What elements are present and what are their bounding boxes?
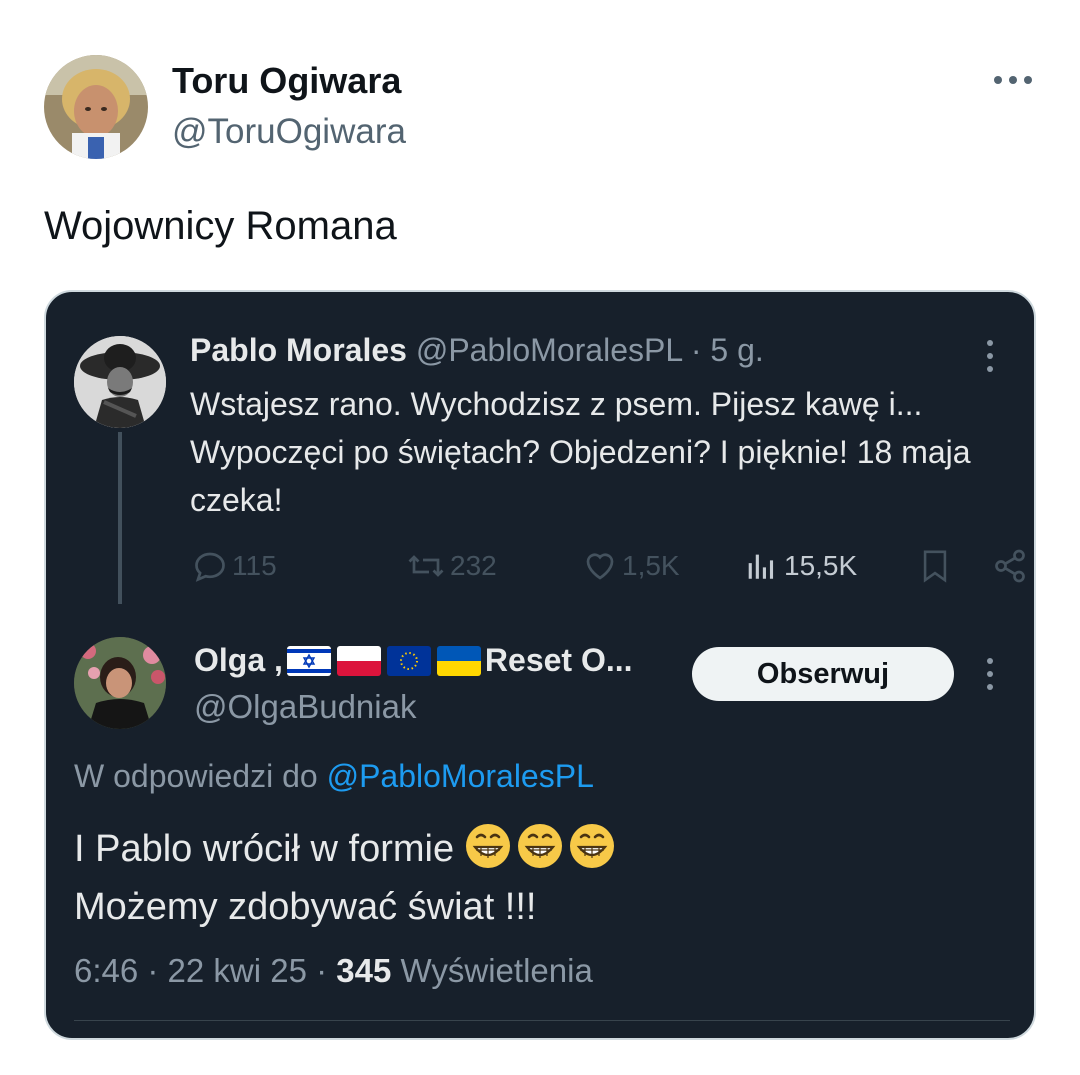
like-count: 1,5K: [622, 550, 680, 581]
original-author-meta: @PabloMoralesPL · 5 g.: [415, 332, 764, 368]
repost-count: 232: [450, 550, 497, 581]
tweet-text: Wojownicy Romana: [44, 204, 397, 248]
ukraine-flag: [436, 645, 481, 676]
more-options-button[interactable]: [990, 62, 1036, 98]
repost-icon: [408, 555, 444, 577]
views-number: 345: [336, 952, 392, 989]
reply-action: 115: [192, 544, 277, 588]
thread-line: [118, 432, 122, 604]
reply-count: 115: [232, 550, 277, 581]
views-action: 15,5K: [746, 544, 857, 588]
reply-text-line1: I Pablo wrócił w formie: [74, 828, 455, 870]
pablo-avatar: [74, 336, 166, 428]
author-name[interactable]: Toru Ogiwara: [172, 60, 401, 102]
israel-flag: [286, 645, 331, 676]
reply-to-line: W odpowiedzi do @PabloMoralesPL: [74, 758, 594, 794]
reply-text-line2: Możemy zdobywać świat !!!: [74, 886, 537, 928]
original-author-name: Pablo Morales: [190, 332, 407, 368]
reply-text: I Pablo wrócił w formie Możemy zdobywać …: [74, 820, 994, 936]
divider: [74, 1020, 1010, 1021]
share-icon: [995, 549, 1025, 583]
like-action: 1,5K: [582, 544, 680, 588]
reply-more-icon: [980, 654, 1000, 694]
reply-to-handle: @PabloMoralesPL: [326, 758, 594, 794]
original-tweet-header: Pablo Morales @PabloMoralesPL · 5 g.: [190, 332, 764, 369]
author-handle[interactable]: @ToruOgiwara: [172, 112, 406, 152]
views-icon: [748, 554, 774, 579]
views-count: 15,5K: [784, 550, 858, 581]
reply-author-handle: @OlgaBudniak: [194, 688, 417, 725]
bookmark-icon: [923, 550, 947, 583]
ellipsis-icon: [994, 76, 1032, 84]
grinning-face-emoji: [517, 824, 562, 868]
reply-author-name: Olga , Reset O...: [194, 642, 633, 678]
share-action: [992, 544, 1028, 588]
olga-avatar: [74, 637, 166, 729]
heart-icon: [586, 553, 614, 580]
embedded-screenshot[interactable]: Pablo Morales @PabloMoralesPL · 5 g. Wst…: [44, 290, 1036, 1040]
grinning-emoji-group: [465, 824, 621, 870]
original-tweet-text: Wstajesz rano. Wychodzisz z psem. Pijesz…: [190, 386, 971, 518]
follow-button: Obserwuj: [692, 647, 954, 701]
original-more-icon: [980, 336, 1000, 376]
original-tweet-actions: 115 232 1,5K 15,5K: [190, 544, 1025, 588]
poland-flag: [336, 645, 381, 676]
grinning-face-emoji: [569, 824, 614, 868]
reply-icon: [195, 552, 225, 582]
author-avatar[interactable]: [44, 55, 148, 159]
grinning-face-emoji: [465, 824, 510, 868]
repost-action: 232: [406, 544, 497, 588]
eu-flag: [386, 645, 431, 676]
reply-timestamp: 6:46 · 22 kwi 25 · 345 Wyświetlenia: [74, 952, 593, 989]
bookmark-action: [918, 544, 952, 588]
